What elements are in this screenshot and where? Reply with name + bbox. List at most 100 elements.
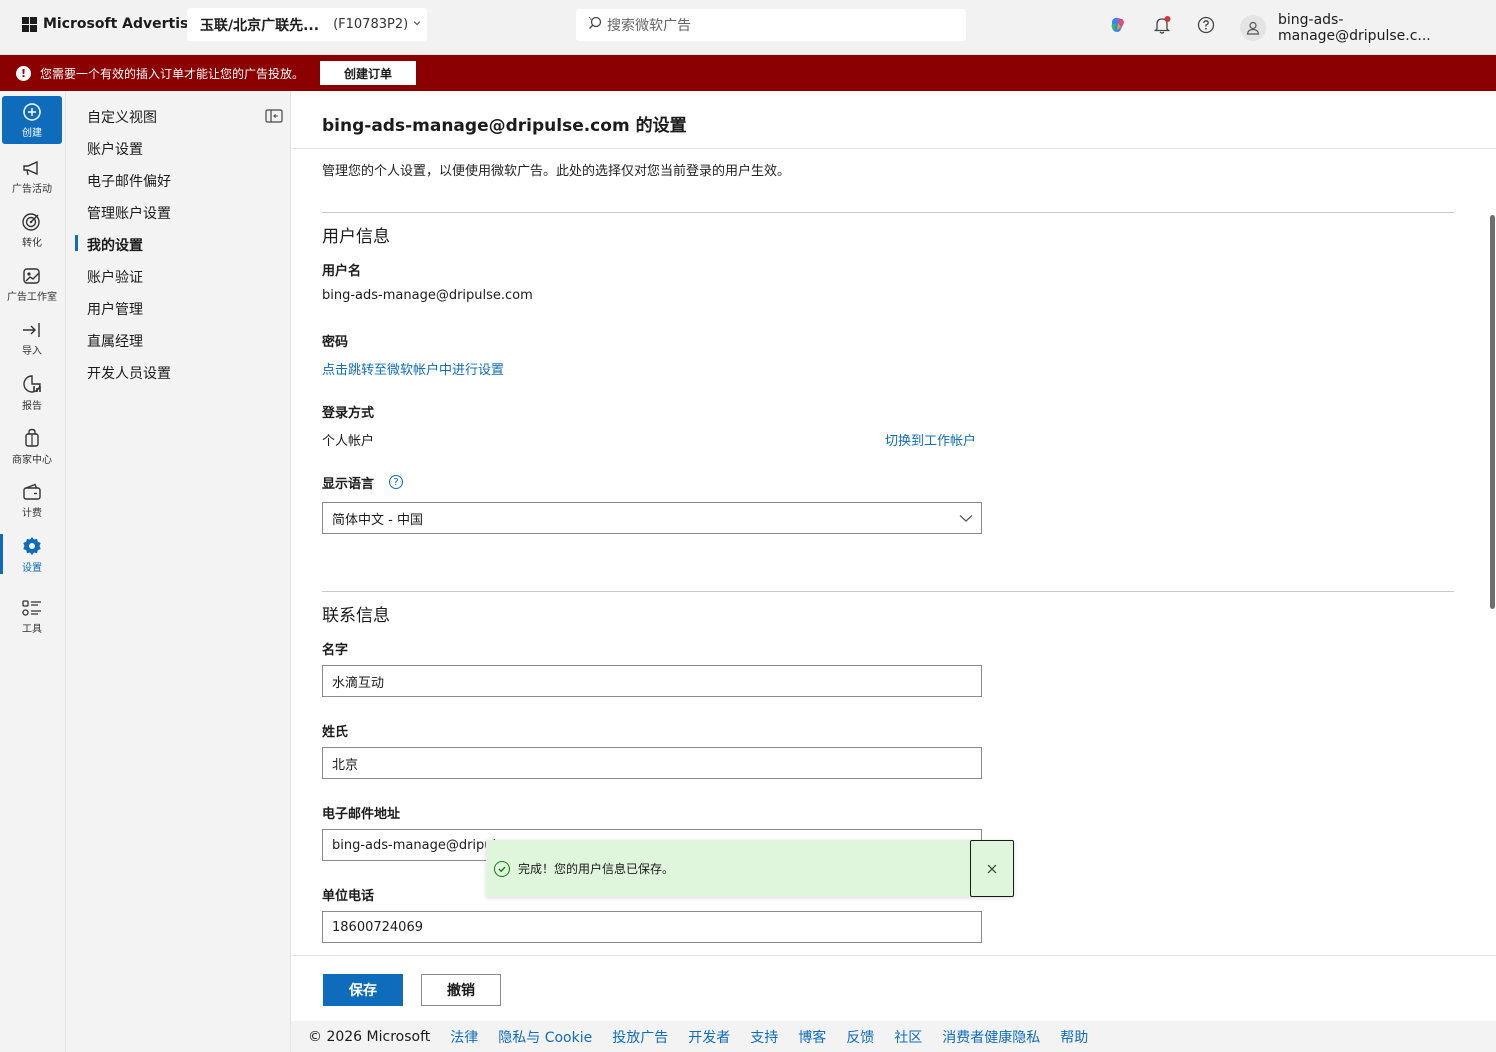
rail-item-tools[interactable]: 工具 [2, 592, 62, 640]
rail-label: 工具 [22, 623, 42, 635]
page-title: bing-ads-manage@dripulse.com 的设置 [322, 116, 687, 136]
footer-link-advertise[interactable]: 投放广告 [612, 1027, 668, 1047]
work-phone-value: 18600724069 [332, 919, 423, 935]
subnav-item-direct-manager[interactable]: 直属经理 [87, 331, 143, 351]
user-email: bing-ads-manage@dripulse.c... [1277, 12, 1431, 44]
first-name-field[interactable]: 水滴互动 [322, 665, 982, 697]
studio-icon [23, 267, 40, 284]
close-icon [987, 864, 997, 873]
subnav-item-my-settings[interactable]: 我的设置 [75, 235, 143, 255]
settings-subnav: 自定义视图 账户设置 电子邮件偏好 管理账户设置 我的设置 账户验证 用户管理 … [67, 91, 291, 1052]
rail-item-reports[interactable]: 报告 [2, 368, 62, 416]
rail-label: 创建 [22, 127, 42, 139]
save-button[interactable]: 保存 [323, 974, 403, 1006]
rail-label: 转化 [22, 237, 42, 249]
rail-label: 商家中心 [12, 454, 52, 466]
subnav-item-manage-account-settings[interactable]: 管理账户设置 [87, 203, 171, 223]
subnav-item-custom-views[interactable]: 自定义视图 [87, 107, 157, 127]
alert-icon: ! [16, 65, 31, 81]
footer-link-help[interactable]: 帮助 [1060, 1027, 1088, 1047]
toast-close-button[interactable] [970, 840, 1014, 897]
search-placeholder: 搜索微软广告 [607, 18, 691, 34]
display-language-value: 简体中文 - 中国 [332, 512, 423, 528]
user-avatar-icon [1240, 15, 1266, 41]
rail-item-billing[interactable]: 计费 [2, 476, 62, 524]
search-icon [587, 15, 603, 35]
footer-link-health-privacy[interactable]: 消费者健康隐私 [942, 1027, 1040, 1047]
work-phone-field[interactable]: 18600724069 [322, 911, 982, 943]
rail-item-import[interactable]: 导入 [2, 314, 62, 362]
rail-item-settings[interactable]: 设置 [0, 530, 62, 578]
password-settings-link[interactable]: 点击跳转至微软帐户中进行设置 [322, 359, 504, 378]
first-name-label: 名字 [322, 643, 349, 658]
rail-item-campaigns[interactable]: 广告活动 [2, 152, 62, 200]
work-phone-label: 单位电话 [322, 889, 375, 904]
help-icon[interactable] [1194, 13, 1218, 37]
import-icon [23, 322, 40, 337]
tools-icon [22, 599, 41, 616]
rail-label: 导入 [22, 345, 42, 357]
rail-item-create[interactable]: 创建 [2, 96, 62, 144]
contact-info-section-title: 联系信息 [322, 606, 390, 626]
rail-label: 广告活动 [12, 183, 52, 195]
brand[interactable]: Microsoft Advertising [22, 16, 213, 32]
switch-work-account-link[interactable]: 切换到工作帐户 [885, 430, 976, 449]
divider [322, 212, 1454, 213]
subnav-item-developer-settings[interactable]: 开发人员设置 [87, 363, 171, 383]
footer-link-legal[interactable]: 法律 [450, 1027, 478, 1047]
gear-icon [23, 536, 41, 555]
user-menu[interactable]: bing-ads-manage@dripulse.c... [1240, 12, 1496, 44]
chevron-down-icon [412, 18, 422, 31]
rail-label: 报告 [22, 400, 42, 412]
account-picker[interactable]: 玉联/北京广联先... (F10783P2) [187, 8, 427, 41]
create-order-button[interactable]: 创建订单 [320, 61, 417, 85]
report-icon [23, 374, 41, 393]
top-bar: Microsoft Advertising 玉联/北京广联先... (F1078… [0, 0, 1496, 55]
target-icon [22, 212, 40, 231]
footer-link-feedback[interactable]: 反馈 [846, 1027, 874, 1047]
left-rail: 创建 广告活动 转化 广告工作室 导入 报告 商家中心 计费 设置 工具 [0, 91, 66, 1052]
shopping-bag-icon [25, 428, 39, 447]
user-info-section-title: 用户信息 [322, 227, 390, 247]
rail-label: 广告工作室 [7, 291, 57, 303]
alert-banner: ! 您需要一个有效的插入订单才能让您的广告投放。 创建订单 [0, 55, 1496, 91]
action-bar: 保存 撤销 [291, 955, 1496, 1021]
last-name-label: 姓氏 [322, 725, 349, 740]
cancel-button[interactable]: 撤销 [421, 974, 501, 1006]
username-value: bing-ads-manage@dripulse.com [322, 288, 533, 303]
success-toast: 完成！您的用户信息已保存。 [486, 840, 1014, 897]
rail-item-conversions[interactable]: 转化 [2, 206, 62, 254]
login-method-value: 个人帐户 [322, 434, 375, 449]
footer-link-community[interactable]: 社区 [894, 1027, 922, 1047]
scrollbar[interactable] [1490, 215, 1495, 609]
copyright: © 2026 Microsoft [308, 1028, 431, 1045]
subnav-item-account-settings[interactable]: 账户设置 [87, 139, 143, 159]
account-name: 玉联/北京广联先... [200, 17, 320, 34]
footer: © 2026 Microsoft 法律 隐私与 Cookie 投放广告 开发者 … [291, 1021, 1496, 1052]
subnav-item-email-preferences[interactable]: 电子邮件偏好 [87, 171, 171, 191]
rail-item-ad-studio[interactable]: 广告工作室 [2, 260, 62, 308]
rail-item-merchant-center[interactable]: 商家中心 [2, 422, 62, 470]
copilot-icon[interactable] [1106, 13, 1130, 37]
help-circle-icon[interactable]: ? [389, 475, 403, 489]
display-language-label: 显示语言 [322, 477, 375, 492]
page-description: 管理您的个人设置，以便使用微软广告。此处的选择仅对您当前登录的用户生效。 [322, 164, 791, 179]
last-name-field[interactable]: 北京 [322, 747, 982, 779]
rail-label: 计费 [22, 507, 42, 519]
subnav-item-user-management[interactable]: 用户管理 [87, 299, 143, 319]
account-id: (F10783P2) [333, 17, 409, 32]
notification-bell-icon[interactable] [1150, 13, 1174, 37]
rail-label: 设置 [22, 562, 42, 574]
display-language-select[interactable]: 简体中文 - 中国 [322, 502, 982, 534]
megaphone-icon [23, 160, 38, 175]
footer-link-support[interactable]: 支持 [750, 1027, 778, 1047]
divider [322, 591, 1454, 592]
footer-link-blog[interactable]: 博客 [798, 1027, 826, 1047]
alert-message: 您需要一个有效的插入订单才能让您的广告投放。 [40, 66, 305, 81]
subnav-item-account-verification[interactable]: 账户验证 [87, 267, 143, 287]
footer-link-developers[interactable]: 开发者 [688, 1027, 730, 1047]
search-input[interactable]: 搜索微软广告 [576, 9, 966, 41]
footer-link-privacy[interactable]: 隐私与 Cookie [498, 1027, 592, 1047]
toast-message: 完成！您的用户信息已保存。 [518, 862, 675, 876]
collapse-panel-icon[interactable] [265, 108, 283, 127]
